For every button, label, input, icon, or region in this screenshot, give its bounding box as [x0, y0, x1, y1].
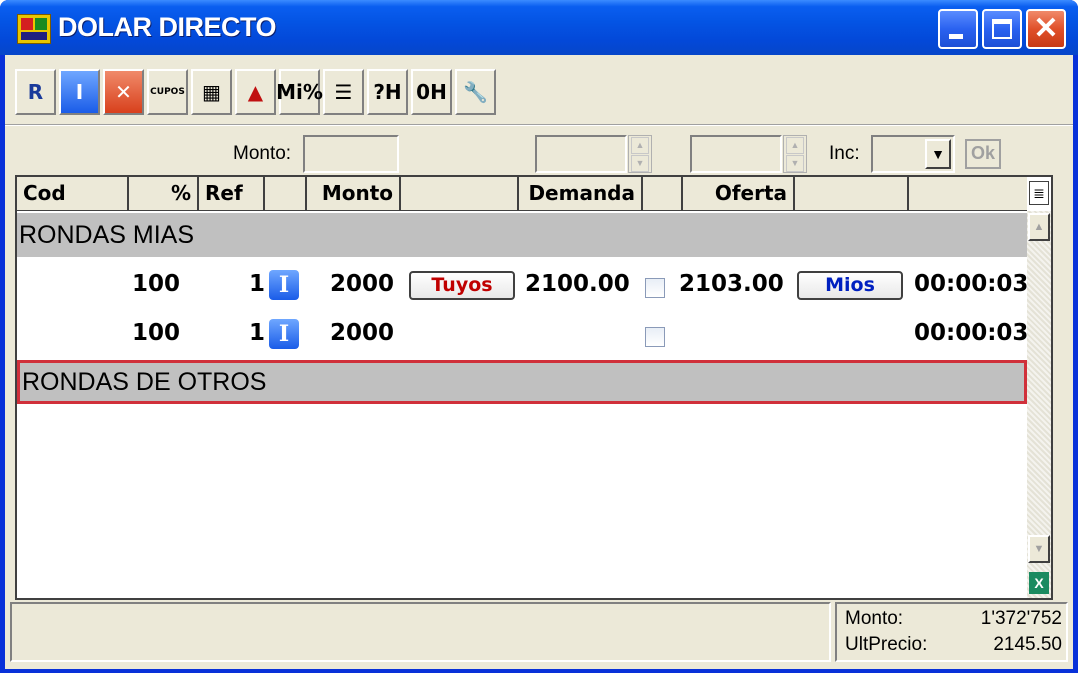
row2-pct: 100	[132, 320, 181, 346]
inc-label: Inc:	[829, 143, 860, 164]
spin-down-icon[interactable]: ▼	[786, 155, 804, 172]
rounds-grid: Cod % Ref Monto Demanda Oferta ≣ RONDAS …	[15, 175, 1053, 600]
tool-mi-percent-button[interactable]: Mi%	[276, 69, 323, 115]
excel-export-icon[interactable]: X	[1029, 572, 1049, 594]
minimize-button[interactable]	[938, 9, 978, 49]
oferta-spinner[interactable]: ▲ ▼	[783, 135, 807, 173]
row1-monto: 2000	[330, 271, 395, 297]
tool-cupos-button[interactable]: CUPOS	[147, 69, 188, 115]
grid-header: Cod % Ref Monto Demanda Oferta	[17, 177, 1027, 211]
tool-chart-button[interactable]: ▲	[235, 69, 276, 115]
col-header-monto[interactable]: Monto	[307, 177, 401, 211]
tool-help-h-button[interactable]: ?H	[367, 69, 408, 115]
col-header-pct[interactable]: %	[129, 177, 199, 211]
col-header-ref[interactable]: Ref	[199, 177, 265, 211]
chevron-down-icon[interactable]: ▼	[925, 139, 951, 169]
wrench-icon: 🔧	[463, 80, 488, 104]
scroll-up-icon[interactable]: ▲	[1028, 213, 1050, 241]
toolbar: R I ✕ CUPOS ▦ ▲ Mi% ☰ ?H 0H 🔧	[15, 69, 496, 119]
title-bar[interactable]: DOLAR DIRECTO ✕	[0, 0, 1078, 55]
cancel-icon: ✕	[115, 80, 132, 104]
tables-icon: ▦	[202, 80, 221, 104]
row1-demanda: 2100.00	[525, 271, 630, 297]
minimize-icon	[949, 34, 963, 39]
mi-percent-icon: Mi%	[276, 80, 323, 104]
status-monto-value: 1'372'752	[980, 608, 1062, 629]
tool-list-button[interactable]: ☰	[323, 69, 364, 115]
info-icon[interactable]: I	[269, 319, 299, 349]
status-bar: Monto: 1'372'752 UltPrecio: 2145.50	[10, 600, 1068, 665]
col-header-blank-4[interactable]	[795, 177, 909, 211]
tool-zero-h-button[interactable]: 0H	[411, 69, 452, 115]
col-header-blank-3[interactable]	[643, 177, 683, 211]
zero-h-icon: 0H	[416, 80, 447, 104]
export-icon[interactable]: ≣	[1029, 181, 1049, 205]
tool-cancel-button[interactable]: ✕	[103, 69, 144, 115]
monto-label: Monto:	[233, 143, 292, 164]
col-header-blank-2[interactable]	[401, 177, 519, 211]
toolbar-divider	[5, 124, 1073, 126]
mios-button[interactable]: Mios	[797, 271, 903, 300]
list-icon: ☰	[334, 80, 353, 104]
info-icon[interactable]: I	[269, 270, 299, 300]
info-icon: I	[75, 80, 84, 104]
scroll-down-icon[interactable]: ▼	[1028, 535, 1050, 563]
cupos-icon: CUPOS	[150, 87, 185, 97]
oferta-input[interactable]	[690, 135, 782, 173]
demanda-input[interactable]	[535, 135, 627, 173]
col-header-blank-1[interactable]	[265, 177, 307, 211]
tuyos-button[interactable]: Tuyos	[409, 271, 515, 300]
col-header-blank-5[interactable]	[909, 177, 1027, 211]
row2-monto: 2000	[330, 320, 395, 346]
close-button[interactable]: ✕	[1026, 9, 1066, 49]
row1-ref: 1	[249, 271, 266, 297]
col-header-oferta[interactable]: Oferta	[683, 177, 795, 211]
section-rondas-de-otros[interactable]: RONDAS DE OTROS	[17, 360, 1027, 404]
spin-up-icon[interactable]: ▲	[631, 137, 649, 154]
tool-new-round-button[interactable]: R	[15, 69, 56, 115]
row2-checkbox[interactable]	[645, 327, 665, 347]
maximize-button[interactable]	[982, 9, 1022, 49]
vertical-scrollbar[interactable]: ▲ ▼ X	[1027, 211, 1051, 598]
col-header-demanda[interactable]: Demanda	[519, 177, 643, 211]
client-area: R I ✕ CUPOS ▦ ▲ Mi% ☰ ?H 0H 🔧 Monto: ▲ ▼ ▲ ▼ Inc: …	[5, 55, 1073, 669]
window-title: DOLAR DIRECTO	[58, 12, 277, 42]
row1-time: 00:00:03	[914, 271, 1029, 297]
demanda-spinner[interactable]: ▲ ▼	[628, 135, 652, 173]
tool-tables-button[interactable]: ▦	[191, 69, 232, 115]
monto-input[interactable]	[303, 135, 399, 173]
row2-time: 00:00:03	[914, 320, 1029, 346]
chart-icon: ▲	[247, 80, 264, 104]
app-logo-icon	[17, 14, 51, 44]
row1-pct: 100	[132, 271, 181, 297]
spin-up-icon[interactable]: ▲	[786, 137, 804, 154]
tool-settings-button[interactable]: 🔧	[455, 69, 496, 115]
spin-down-icon[interactable]: ▼	[631, 155, 649, 172]
app-window: DOLAR DIRECTO ✕ R I ✕ CUPOS ▦ ▲ Mi% ☰ ?H 0H 🔧 Mont…	[0, 0, 1078, 673]
status-right-panel: Monto: 1'372'752 UltPrecio: 2145.50	[835, 602, 1068, 662]
new-round-icon: R	[27, 80, 44, 104]
status-ultprecio-value: 2145.50	[993, 634, 1062, 655]
status-ultprecio-label: UltPrecio:	[845, 634, 928, 655]
status-left-panel	[10, 602, 831, 662]
row2-ref: 1	[249, 320, 266, 346]
close-icon: ✕	[1033, 12, 1059, 45]
col-header-cod[interactable]: Cod	[17, 177, 129, 211]
section-rondas-mias[interactable]: RONDAS MIAS	[17, 213, 1027, 257]
tool-info-button[interactable]: I	[59, 69, 100, 115]
row1-checkbox[interactable]	[645, 278, 665, 298]
help-h-icon: ?H	[373, 80, 402, 104]
row1-oferta: 2103.00	[679, 271, 784, 297]
maximize-icon	[992, 19, 1012, 39]
status-monto-label: Monto:	[845, 608, 904, 629]
ok-button[interactable]: Ok	[965, 139, 1001, 169]
